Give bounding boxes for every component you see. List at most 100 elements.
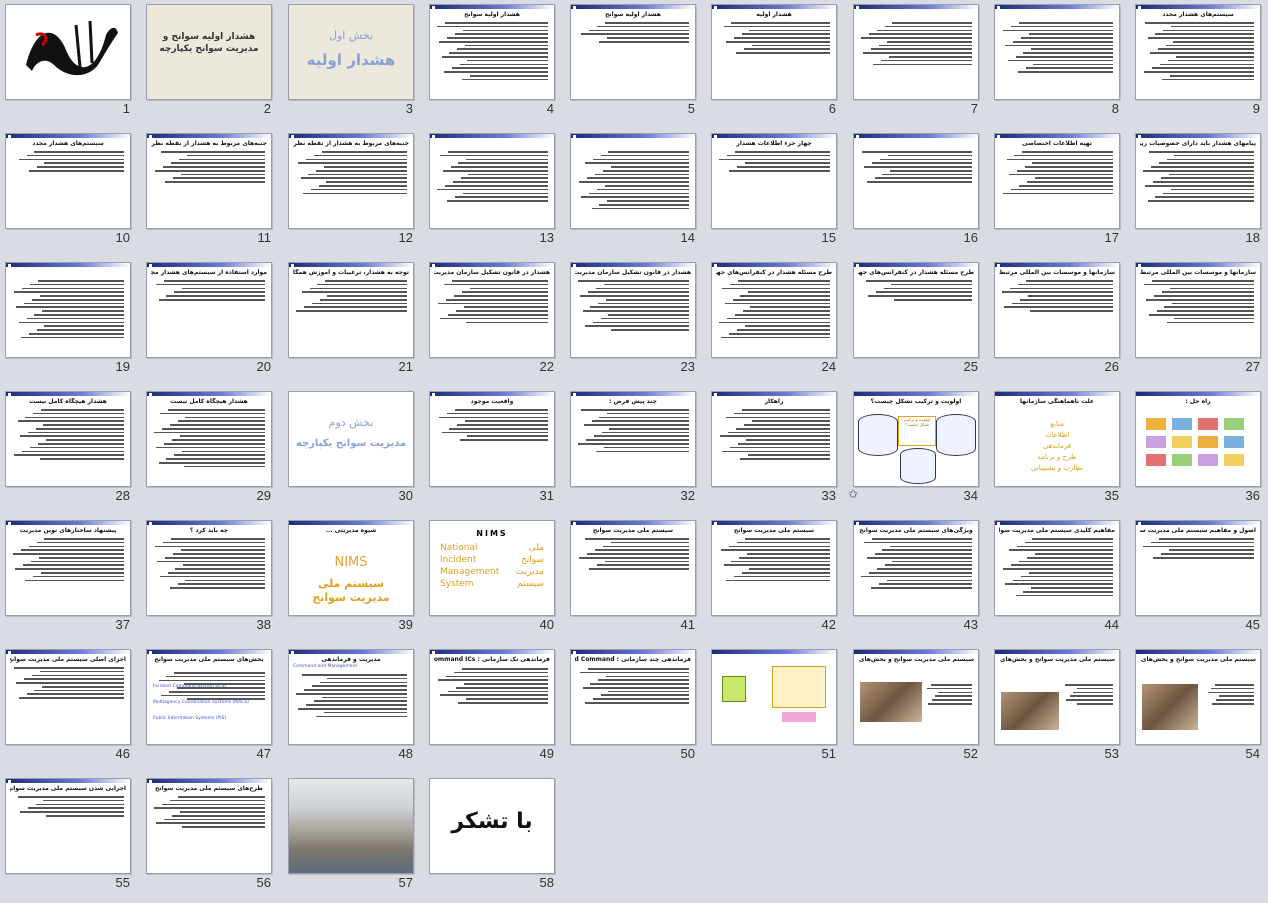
slide-thumbnail-cell[interactable]: 8 [989, 0, 1130, 129]
slide-thumbnail[interactable]: سیستم‌های هشدار مجدد [1135, 4, 1261, 100]
slide-thumbnail-cell[interactable]: سیستم ملی مدیریت سوانح و بخش‌های آن 52 [848, 645, 989, 774]
slide-thumbnail-cell[interactable]: پیامهای هشدار باید دارای خصوصیات زیر باش… [1130, 129, 1268, 258]
slide-thumbnail[interactable]: سازمانها و موسسات بین المللی مرتبط با ام… [994, 262, 1120, 358]
slide-thumbnail-cell[interactable]: هشدار اولیه 6 [706, 0, 847, 129]
slide-thumbnail-cell[interactable]: طرح مسئله هشدار در کنفرانس‌های جهانی 24 [706, 258, 847, 387]
slide-thumbnail[interactable]: طرح‌های سیستم ملی مدیریت سوانح [146, 778, 272, 874]
slide-thumbnail-cell[interactable]: سیستم‌های هشدار مجدد 9 [1130, 0, 1268, 129]
slide-thumbnail[interactable]: بخش اول هشدار اولیه [288, 4, 414, 100]
slide-thumbnail[interactable]: موارد استفاده از سیستم‌های هشدار مجدد [146, 262, 272, 358]
slide-thumbnail[interactable]: راه حل : [1135, 391, 1261, 487]
slide-thumbnail[interactable]: سیستم ملی مدیریت سوانح و بخش‌های آن [853, 649, 979, 745]
slide-thumbnail-cell[interactable]: بخش دوم مدیریت سوانح یکپارچه 30 [283, 387, 424, 516]
slide-thumbnail[interactable]: فرماندهی تک سازمانی : Single Command ICs [429, 649, 555, 745]
slide-thumbnail[interactable]: هشدار اولیه [711, 4, 837, 100]
slide-thumbnail-cell[interactable]: هشدار هیچگاه کامل نیست 28 [0, 387, 141, 516]
slide-thumbnail[interactable]: سیستم ملی مدیریت سوانح [711, 520, 837, 616]
slide-thumbnail-cell[interactable]: اولویت و ترکیب تشکل چیست؟ اولویت و ترکیب … [848, 387, 989, 516]
slide-thumbnail[interactable]: اصول و مفاهیم سیستم ملی مدیریت سوانح [1135, 520, 1261, 616]
slide-thumbnail[interactable]: جنبه‌های مربوط به هشدار از نقطه نظر آماد… [146, 133, 272, 229]
slide-thumbnail-cell[interactable]: اصول و مفاهیم سیستم ملی مدیریت سوانح 45 [1130, 516, 1268, 645]
slide-thumbnail[interactable]: هشدار اولیه سوانح [570, 4, 696, 100]
slide-thumbnail-cell[interactable]: ویژگی‌های سیستم ملی مدیریت سوانح 43 [848, 516, 989, 645]
slide-thumbnail-cell[interactable]: فرماندهی چند سازمانی : Unified Command 50 [565, 645, 706, 774]
slide-thumbnail[interactable] [994, 4, 1120, 100]
slide-thumbnail-cell[interactable]: توجه به هشدار، ترغیبات و آموزش همگانی 21 [283, 258, 424, 387]
slide-thumbnail[interactable]: واقعیت موجود [429, 391, 555, 487]
slide-thumbnail-cell[interactable]: تهیه اطلاعات اختصاصی 17 [989, 129, 1130, 258]
slide-thumbnail[interactable]: اجزای اصلی سیستم ملی مدیریت سوانح [5, 649, 131, 745]
slide-thumbnail-photo[interactable] [288, 778, 414, 874]
slide-thumbnail-cell[interactable]: شیوه مدیریتی ... NIMS سیستم ملی مدیریت سوا… [283, 516, 424, 645]
slide-thumbnail-cell[interactable]: 16 [848, 129, 989, 258]
slide-thumbnail-cell[interactable]: جنبه‌های مربوط به هشدار از نقطه نظر آماد… [141, 129, 282, 258]
slide-thumbnail[interactable]: فرماندهی چند سازمانی : Unified Command [570, 649, 696, 745]
slide-thumbnail[interactable]: اجرایی شدن سیستم ملی مدیریت سوانح [5, 778, 131, 874]
slide-thumbnail[interactable]: پیامهای هشدار باید دارای خصوصیات زیر باش… [1135, 133, 1261, 229]
slide-thumbnail[interactable]: مفاهیم کلیدی سیستم ملی مدیریت سوانح [994, 520, 1120, 616]
slide-thumbnail[interactable]: چهار جزء اطلاعات هشدار [711, 133, 837, 229]
slide-thumbnail-cell[interactable]: فرماندهی تک سازمانی : Single Command ICs… [424, 645, 565, 774]
slide-thumbnail[interactable] [853, 133, 979, 229]
slide-thumbnail[interactable]: طرح مسئله هشدار در کنفرانس‌های جهانی ... [853, 262, 979, 358]
slide-thumbnail[interactable] [429, 133, 555, 229]
slide-thumbnail[interactable]: هشدار هیچگاه کامل نیست [146, 391, 272, 487]
slide-thumbnail-cell[interactable]: 19 [0, 258, 141, 387]
slide-thumbnail[interactable] [711, 649, 837, 745]
slide-thumbnail-cell[interactable]: راهکار 33 [706, 387, 847, 516]
slide-thumbnail-cell[interactable]: مفاهیم کلیدی سیستم ملی مدیریت سوانح 44 [989, 516, 1130, 645]
slide-thumbnail-cell[interactable]: هشدار اولیه سوانح و مدیریت سوانح یکپارچه… [141, 0, 282, 129]
slide-thumbnail-cell[interactable]: سیستم‌های هشدار مجدد 10 [0, 129, 141, 258]
slide-thumbnail-cell[interactable]: چهار جزء اطلاعات هشدار 15 [706, 129, 847, 258]
slide-thumbnail[interactable]: NIMS National ملی Incident سوانح Management مد… [429, 520, 555, 616]
slide-thumbnail[interactable]: هشدار در قانون تشکیل سازمان مدیریت بحران… [429, 262, 555, 358]
slide-thumbnail-cell[interactable]: طرح مسئله هشدار در کنفرانس‌های جهانی ...… [848, 258, 989, 387]
slide-thumbnail[interactable]: طرح مسئله هشدار در کنفرانس‌های جهانی [711, 262, 837, 358]
slide-thumbnail-cell[interactable]: سیستم ملی مدیریت سوانح 41 [565, 516, 706, 645]
slide-thumbnail[interactable]: علت ناهماهنگی سازمانها منابع اطلاعات فرماند… [994, 391, 1120, 487]
slide-thumbnail-cell[interactable]: بخش اول هشدار اولیه 3 [283, 0, 424, 129]
slide-thumbnail-cell[interactable]: راه حل : 36 [1130, 387, 1268, 516]
slide-thumbnail[interactable]: سیستم ملی مدیریت سوانح [570, 520, 696, 616]
slide-thumbnail-cell[interactable]: واقعیت موجود 31 [424, 387, 565, 516]
slide-thumbnail-cell[interactable]: مدیریت و فرماندهی Command and Management 4… [283, 645, 424, 774]
slide-thumbnail[interactable]: سازمانها و موسسات بین المللی مرتبط با ام… [1135, 262, 1261, 358]
slide-thumbnail-cell[interactable]: NIMS National ملی Incident سوانح Management مد… [424, 516, 565, 645]
slide-thumbnail-cell[interactable]: بخش‌های سیستم ملی مدیریت سوانحIncident C… [141, 645, 282, 774]
slide-thumbnail[interactable]: اولویت و ترکیب تشکل چیست؟ اولویت و ترکیب … [853, 391, 979, 487]
slide-thumbnail-cell[interactable]: موارد استفاده از سیستم‌های هشدار مجدد 20 [141, 258, 282, 387]
slide-thumbnail-cell[interactable]: هشدار در قانون تشکیل سازمان مدیریت بحران… [565, 258, 706, 387]
slide-thumbnail-cell[interactable]: 51 [706, 645, 847, 774]
slide-thumbnail[interactable]: هشدار اولیه سوانح [429, 4, 555, 100]
slide-thumbnail[interactable]: هشدار هیچگاه کامل نیست [5, 391, 131, 487]
slide-thumbnail-cell[interactable]: 13 [424, 129, 565, 258]
slide-thumbnail[interactable]: چه باید کرد ؟ [146, 520, 272, 616]
slide-thumbnail-cell[interactable]: سازمانها و موسسات بین المللی مرتبط با ام… [1130, 258, 1268, 387]
slide-thumbnail[interactable] [5, 262, 131, 358]
slide-thumbnail[interactable]: جنبه‌های مربوط به هشدار از نقطه نظر آماد… [288, 133, 414, 229]
slide-thumbnail-cell[interactable]: طرح‌های سیستم ملی مدیریت سوانح 56 [141, 774, 282, 903]
slide-thumbnail[interactable]: راهکار [711, 391, 837, 487]
slide-thumbnail-cell[interactable]: هشدار اولیه سوانح 5 [565, 0, 706, 129]
slide-thumbnail-cell[interactable]: 1 [0, 0, 141, 129]
slide-thumbnail[interactable]: توجه به هشدار، ترغیبات و آموزش همگانی [288, 262, 414, 358]
slide-thumbnail-cell[interactable]: پیشنهاد ساختارهای نوین مدیریت 37 [0, 516, 141, 645]
slide-thumbnail[interactable]: بخش دوم مدیریت سوانح یکپارچه [288, 391, 414, 487]
slide-thumbnail-cell[interactable]: سازمانها و موسسات بین المللی مرتبط با ام… [989, 258, 1130, 387]
slide-thumbnail-cell[interactable]: با تشکر 58 [424, 774, 565, 903]
slide-thumbnail-cell[interactable]: 57 [283, 774, 424, 903]
slide-thumbnail-cell[interactable]: اجزای اصلی سیستم ملی مدیریت سوانح 46 [0, 645, 141, 774]
slide-thumbnail-cell[interactable]: سیستم ملی مدیریت سوانح و بخش‌های آن 53 [989, 645, 1130, 774]
slide-thumbnail-cell[interactable]: جنبه‌های مربوط به هشدار از نقطه نظر آماد… [283, 129, 424, 258]
slide-thumbnail[interactable]: هشدار اولیه سوانح و مدیریت سوانح یکپارچه [146, 4, 272, 100]
slide-thumbnail-cell[interactable]: سیستم ملی مدیریت سوانح 42 [706, 516, 847, 645]
slide-thumbnail-cell[interactable]: هشدار اولیه سوانح 4 [424, 0, 565, 129]
slide-thumbnail-cell[interactable]: سیستم ملی مدیریت سوانح و بخش‌های آن 54 [1130, 645, 1268, 774]
slide-thumbnail-cell[interactable]: چند پیش فرض : 32 [565, 387, 706, 516]
slide-thumbnail-cell[interactable]: هشدار در قانون تشکیل سازمان مدیریت بحران… [424, 258, 565, 387]
slide-thumbnail[interactable]: هشدار در قانون تشکیل سازمان مدیریت بحران… [570, 262, 696, 358]
slide-thumbnail[interactable]: با تشکر [429, 778, 555, 874]
slide-thumbnail-cell[interactable]: علت ناهماهنگی سازمانها منابع اطلاعات فرماند… [989, 387, 1130, 516]
slide-thumbnail-cell[interactable]: 14 [565, 129, 706, 258]
slide-thumbnail-cell[interactable]: 7 [848, 0, 989, 129]
